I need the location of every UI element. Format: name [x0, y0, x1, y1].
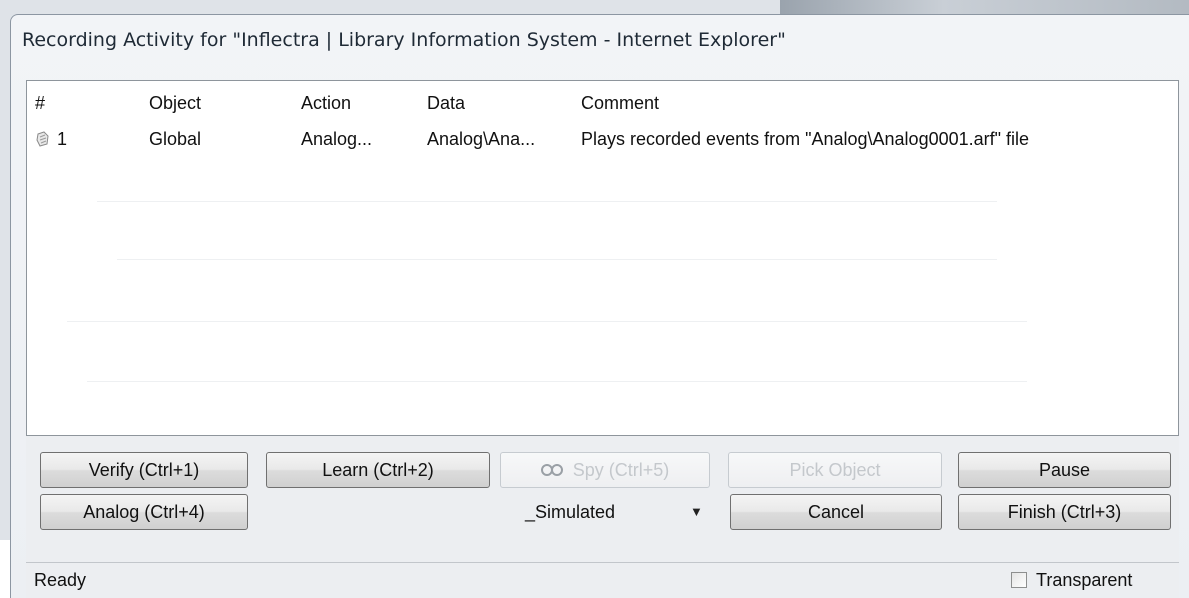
learn-button[interactable]: Learn (Ctrl+2)	[266, 452, 490, 488]
column-header-comment[interactable]: Comment	[581, 85, 659, 121]
pick-object-button: Pick Object	[728, 452, 942, 488]
table-row[interactable]: 1 Global Analog... Analog\Ana... Plays r…	[27, 121, 1178, 157]
analog-button[interactable]: Analog (Ctrl+4)	[40, 494, 248, 530]
grid-divider	[67, 321, 1027, 322]
pause-button[interactable]: Pause	[958, 452, 1171, 488]
row-object: Global	[149, 129, 202, 149]
spy-glasses-icon	[540, 464, 563, 476]
spy-button: Spy (Ctrl+5)	[500, 452, 710, 488]
grid-header-row: # Object Action Data Comment	[27, 85, 1178, 121]
status-bar: Ready Transparent	[26, 562, 1179, 598]
column-header-number[interactable]: #	[35, 85, 45, 121]
recording-mode-value: _Simulated	[524, 502, 616, 522]
row-action: Analog...	[301, 129, 373, 149]
transparent-checkbox[interactable]	[1011, 572, 1027, 588]
row-data: Analog\Ana...	[427, 129, 536, 149]
grid-divider	[87, 381, 1027, 382]
cancel-button[interactable]: Cancel	[730, 494, 942, 530]
row-number: 1	[57, 129, 68, 149]
spy-button-label: Spy (Ctrl+5)	[572, 460, 670, 480]
dialog-title: Recording Activity for "Inflectra | Libr…	[22, 29, 786, 51]
background-window-edge	[0, 540, 10, 598]
recorded-actions-grid[interactable]: # Object Action Data Comment 1 Global An…	[26, 80, 1179, 436]
recording-mode-select[interactable]: _Simulated ▼	[480, 494, 720, 530]
dropdown-arrow-icon[interactable]: ▼	[690, 494, 703, 530]
status-text: Ready	[34, 570, 87, 590]
verify-button[interactable]: Verify (Ctrl+1)	[40, 452, 248, 488]
grid-divider	[97, 201, 997, 202]
column-header-action[interactable]: Action	[301, 85, 351, 121]
row-comment: Plays recorded events from "Analog\Analo…	[581, 129, 1030, 149]
column-header-object[interactable]: Object	[149, 85, 201, 121]
finish-button[interactable]: Finish (Ctrl+3)	[958, 494, 1171, 530]
playback-icon	[36, 131, 49, 147]
column-header-data[interactable]: Data	[427, 85, 465, 121]
grid-divider	[117, 259, 997, 260]
transparent-checkbox-label[interactable]: Transparent	[1036, 563, 1132, 597]
